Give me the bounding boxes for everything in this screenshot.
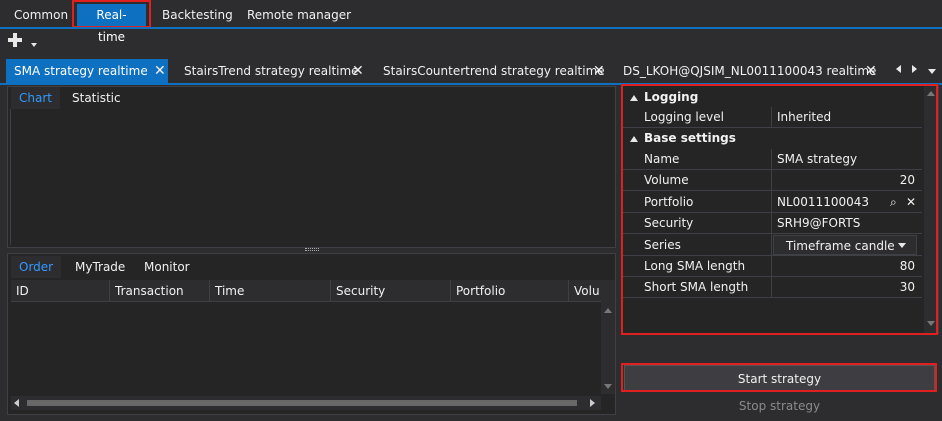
tab-label: StairsTrend strategy realtime [184, 64, 359, 78]
tab-label: StairsCountertrend strategy realtime [383, 64, 605, 78]
close-icon[interactable]: ✕ [593, 59, 605, 83]
tab-stairs-trend[interactable]: StairsTrend strategy realtime ✕ [176, 59, 366, 83]
tab-statistic[interactable]: Statistic [64, 87, 129, 109]
tab-scroll-left-icon[interactable] [896, 65, 901, 73]
scroll-left-icon[interactable] [14, 399, 19, 407]
highlight-real-time [72, 0, 151, 28]
scroll-up-icon[interactable] [604, 308, 612, 313]
highlight-property-grid [621, 84, 938, 335]
menu-accent-line [0, 27, 942, 29]
orders-horizontal-scrollbar[interactable] [11, 396, 601, 410]
column-security[interactable]: Security [331, 280, 451, 302]
tab-label: DS_LKOH@QJSIM_NL0011100043 realtime [623, 64, 877, 78]
tab-scroll-right-icon[interactable] [912, 65, 917, 73]
column-transaction[interactable]: Transaction [110, 280, 210, 302]
menu-common[interactable]: Common [6, 4, 76, 26]
menu-backtesting[interactable]: Backtesting [154, 4, 241, 26]
tab-order[interactable]: Order [11, 256, 62, 278]
close-icon[interactable]: ✕ [865, 59, 877, 83]
menu-remote-manager[interactable]: Remote manager [239, 4, 359, 26]
chart-area-border [10, 109, 11, 245]
tab-stairs-countertrend[interactable]: StairsCountertrend strategy realtime ✕ [375, 59, 607, 83]
close-icon[interactable]: ✕ [352, 59, 364, 83]
stop-strategy-button[interactable]: Stop strategy [624, 392, 935, 418]
close-icon[interactable]: ✕ [154, 59, 166, 83]
tab-mytrade[interactable]: MyTrade [67, 256, 133, 278]
column-time[interactable]: Time [210, 280, 331, 302]
orders-vertical-scrollbar[interactable] [601, 280, 615, 394]
scroll-right-icon[interactable] [590, 399, 595, 407]
chart-panel: Chart Statistic [7, 86, 616, 248]
tab-chart[interactable]: Chart [11, 87, 60, 109]
orders-panel: Order MyTrade Monitor ID Transaction Tim… [7, 253, 616, 415]
tab-list-dropdown-icon[interactable] [928, 69, 936, 74]
tab-sma-strategy[interactable]: SMA strategy realtime ✕ [6, 59, 168, 83]
highlight-start-button [621, 363, 937, 392]
orders-grid-header: ID Transaction Time Security Portfolio V… [11, 280, 601, 302]
horizontal-scroll-thumb[interactable] [27, 400, 577, 406]
tab-label: SMA strategy realtime [14, 64, 148, 78]
tab-ds-lkoh[interactable]: DS_LKOH@QJSIM_NL0011100043 realtime ✕ [615, 59, 885, 83]
column-id[interactable]: ID [11, 280, 110, 302]
document-tabs: SMA strategy realtime ✕ StairsTrend stra… [0, 59, 942, 83]
column-portfolio[interactable]: Portfolio [451, 280, 569, 302]
add-icon[interactable] [7, 32, 23, 48]
tab-monitor[interactable]: Monitor [136, 256, 198, 278]
splitter-grip[interactable] [305, 248, 319, 251]
add-dropdown-icon[interactable] [31, 43, 37, 47]
column-volume[interactable]: Volu [569, 280, 601, 302]
scroll-down-icon[interactable] [604, 384, 612, 389]
